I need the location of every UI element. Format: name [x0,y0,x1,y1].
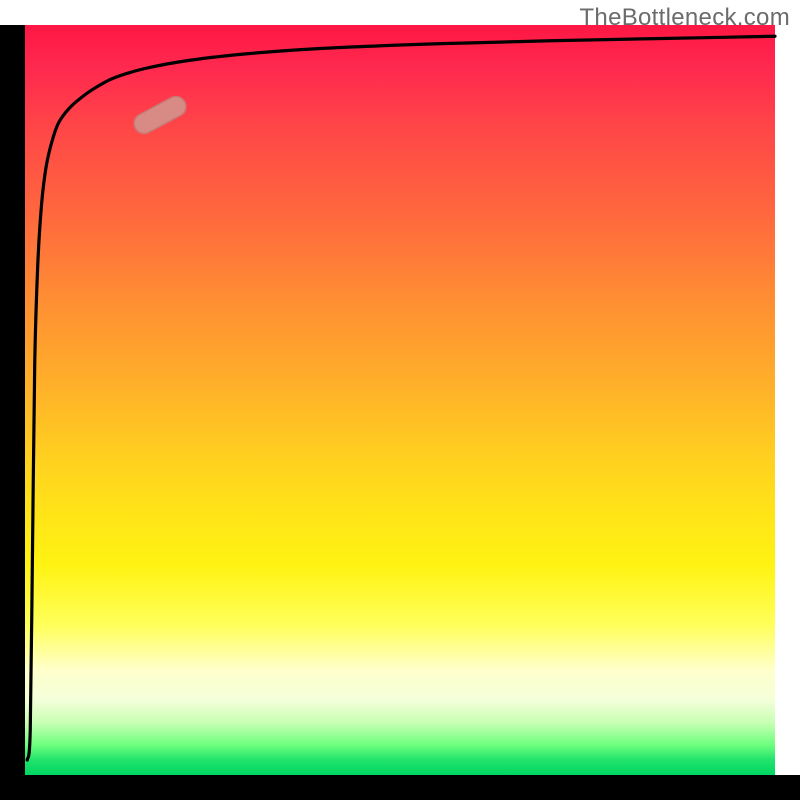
curve-marker [131,93,190,137]
y-axis [0,25,25,775]
plot-area [25,25,775,775]
x-axis [0,775,800,800]
curve-layer [25,25,775,775]
stage: TheBottleneck.com [0,0,800,800]
watermark-text: TheBottleneck.com [579,4,790,32]
bottleneck-curve [27,36,775,760]
